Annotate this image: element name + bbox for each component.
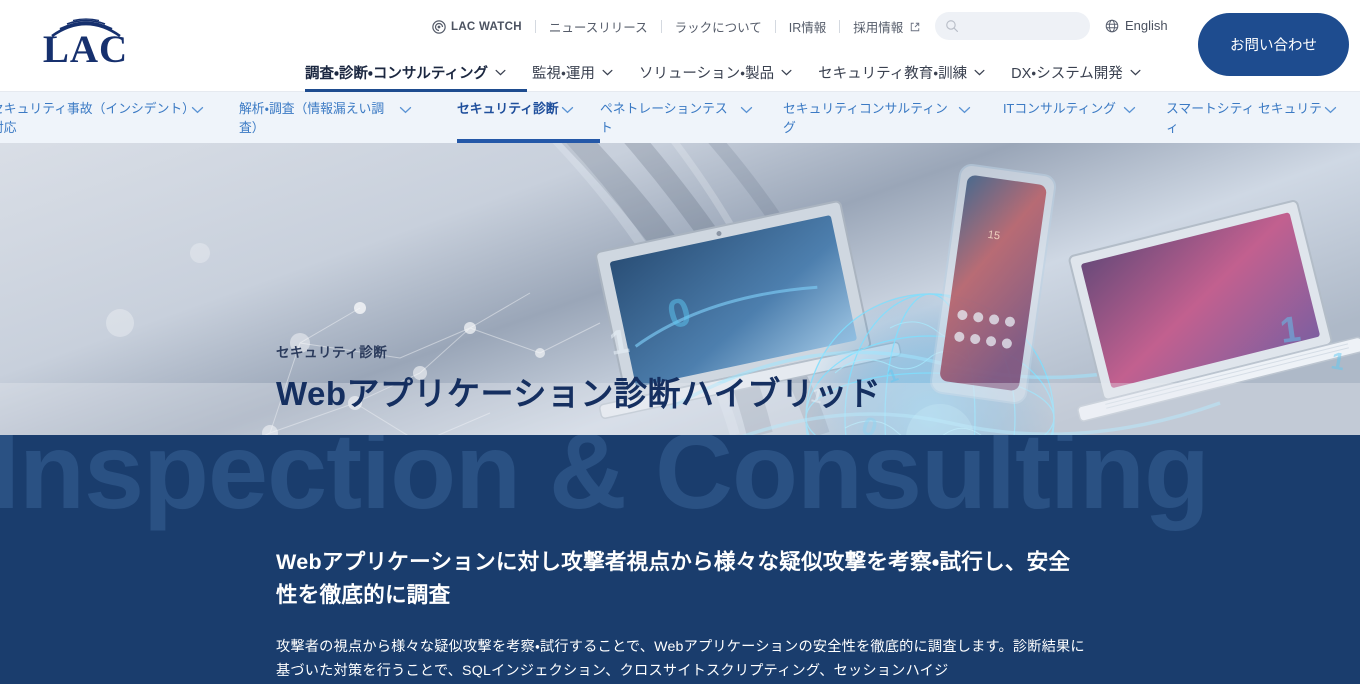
chevron-down-icon (399, 106, 412, 114)
lac-watch-icon (432, 19, 446, 34)
chevron-down-icon (602, 69, 613, 75)
utility-item-label: ラックについて (674, 21, 762, 35)
subnav-item-penetration-test[interactable]: ペネトレーションテスト (600, 92, 783, 143)
section-watermark: Inspection & Consulting (0, 435, 1210, 531)
sub-nav: セキュリティ事故（インシデント）対応 解析・調査（情報漏えい調査） セキュリティ… (0, 92, 1360, 143)
subnav-item-label: スマートシティ セキュリティ (1166, 101, 1322, 135)
nav-item-monitoring-operations[interactable]: 監視・運用 (519, 52, 626, 92)
globe-icon (1105, 19, 1119, 32)
chevron-down-icon (1123, 106, 1136, 114)
nav-item-label: 調査・診断・コンサルティング (305, 65, 488, 82)
nav-item-label: セキュリティ教育・訓練 (818, 65, 968, 82)
language-label: English (1125, 18, 1168, 33)
search-box[interactable] (935, 12, 1090, 40)
subnav-item-label: セキュリティ診断 (457, 101, 559, 116)
intro-paragraph: 攻撃者の視点から様々な疑似攻撃を考察・試行することで、Webアプリケーションの安… (276, 638, 1085, 680)
language-switcher[interactable]: English (1105, 18, 1168, 33)
chevron-down-icon (974, 69, 985, 75)
chevron-down-icon (495, 69, 506, 75)
subnav-item-security-diagnosis[interactable]: セキュリティ診断 (457, 92, 600, 143)
site-header: LAC LAC WATCH ニュースリリース ラックについて IR情報 採用情報 (0, 0, 1360, 92)
utility-item-label: LAC WATCH (451, 20, 522, 33)
subnav-item-incident-response[interactable]: セキュリティ事故（インシデント）対応 (0, 92, 239, 143)
nav-item-security-education[interactable]: セキュリティ教育・訓練 (805, 52, 998, 92)
utility-nav: LAC WATCH ニュースリリース ラックについて IR情報 採用情報 (432, 17, 933, 36)
subnav-item-smart-city-security[interactable]: スマートシティ セキュリティ (1166, 92, 1360, 143)
chevron-down-icon (781, 69, 792, 75)
subnav-item-label: ペネトレーションテスト (600, 101, 728, 135)
utility-item-ir-info[interactable]: IR情報 (776, 17, 840, 36)
page-title: Webアプリケーション診断ハイブリッド (276, 375, 882, 412)
lac-logo[interactable]: LAC (38, 12, 133, 72)
subnav-item-label: 解析・調査（情報漏えい調査） (239, 101, 385, 135)
lac-logo-text: LAC (42, 28, 129, 71)
chevron-down-icon (958, 106, 971, 114)
intro-band: Inspection & Consulting Webアプリケーションに対し攻撃… (0, 435, 1360, 684)
nav-item-label: 監視・運用 (532, 65, 595, 82)
nav-item-dx-system-development[interactable]: DX・システム開発 (998, 52, 1154, 92)
search-icon (946, 20, 958, 32)
chevron-down-icon (191, 106, 204, 114)
intro-content: Webアプリケーションに対し攻撃者視点から様々な疑似攻撃を考察・試行し、安全性を… (276, 546, 1086, 684)
utility-item-lac-watch[interactable]: LAC WATCH (432, 19, 535, 34)
utility-item-label: ニュースリリース (548, 21, 648, 35)
chevron-down-icon (740, 106, 753, 114)
main-nav: 調査・診断・コンサルティング 監視・運用 ソリューション・製品 セキュリティ教育… (305, 52, 1154, 92)
utility-item-about-lac[interactable]: ラックについて (662, 17, 775, 36)
chevron-down-icon (561, 106, 574, 114)
subnav-item-security-consulting[interactable]: セキュリティコンサルティング (783, 92, 1003, 143)
nav-item-inspection-consulting[interactable]: 調査・診断・コンサルティング (305, 52, 527, 92)
subnav-item-label: セキュリティコンサルティング (783, 101, 948, 135)
hero-text-block: セキュリティ診断 Webアプリケーション診断ハイブリッド (276, 341, 881, 413)
subnav-item-label: ITコンサルティング (1003, 101, 1116, 116)
subnav-item-label: セキュリティ事故（インシデント）対応 (0, 101, 189, 135)
hero-section: 15 0 0 1 1 0 1 0 1 1 1 セキュリ (0, 143, 1360, 435)
utility-item-news-release[interactable]: ニュースリリース (536, 17, 661, 36)
external-link-icon (911, 22, 920, 31)
utility-item-recruit[interactable]: 採用情報 (840, 17, 933, 36)
nav-item-label: ソリューション・製品 (638, 65, 775, 82)
nav-item-solutions-products[interactable]: ソリューション・製品 (626, 52, 805, 92)
subnav-item-it-consulting[interactable]: ITコンサルティング (1003, 92, 1166, 143)
chevron-down-icon (1324, 106, 1337, 114)
search-input[interactable] (965, 19, 1085, 33)
chevron-down-icon (1130, 69, 1141, 75)
contact-button[interactable]: お問い合わせ (1198, 13, 1349, 76)
hero-eyebrow: セキュリティ診断 (276, 345, 388, 360)
utility-item-label: IR情報 (788, 21, 827, 35)
utility-item-label: 採用情報 (853, 21, 904, 35)
nav-item-label: DX・システム開発 (1011, 65, 1123, 82)
svg-text:15: 15 (987, 229, 1001, 243)
subnav-item-analysis-investigation[interactable]: 解析・調査（情報漏えい調査） (239, 92, 457, 143)
intro-heading: Webアプリケーションに対し攻撃者視点から様々な疑似攻撃を考察・試行し、安全性を… (276, 550, 1071, 608)
